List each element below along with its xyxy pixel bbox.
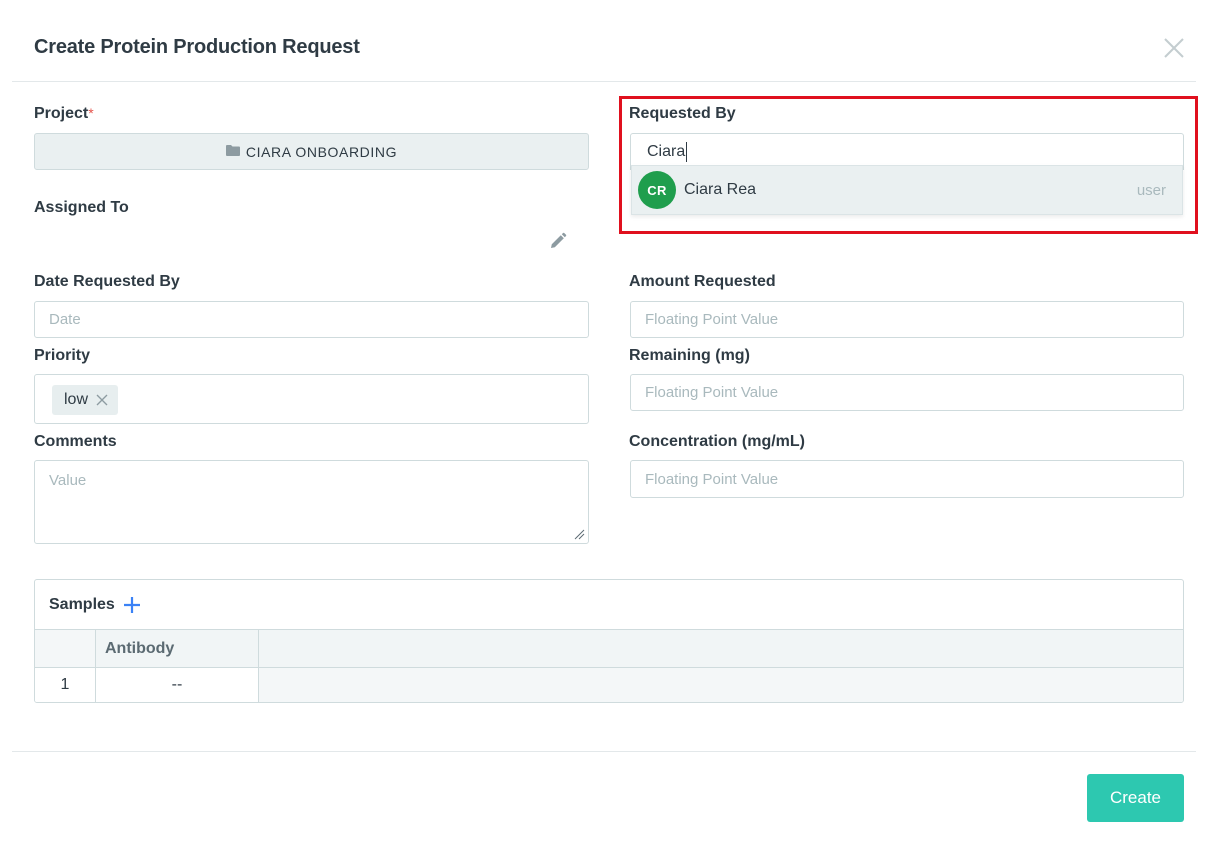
priority-tag: low [52,385,119,415]
add-sample-plus-icon[interactable] [123,596,141,614]
samples-panel: Samples Antibody 1 -- [34,579,1184,703]
highlight-box [619,96,1198,234]
concentration-input[interactable] [630,460,1184,498]
edit-pencil-icon[interactable] [549,232,567,250]
project-label: Project* [34,105,94,122]
amount-requested-label: Amount Requested [629,273,776,290]
close-icon[interactable] [1160,34,1188,62]
comments-label: Comments [34,433,117,450]
remove-tag-icon[interactable] [96,394,108,406]
date-input[interactable] [34,301,589,338]
table-row: 1 -- [35,668,1183,702]
footer-divider [12,751,1196,752]
row-empty-cell [259,668,1183,702]
header-divider [12,81,1196,82]
assigned-to-label: Assigned To [34,199,129,216]
samples-header: Samples [35,580,1183,630]
comments-textarea[interactable] [34,460,589,544]
header-cell-index [35,630,96,668]
priority-tag-label: low [64,391,89,408]
antibody-cell[interactable]: -- [96,668,259,702]
row-index: 1 [35,668,96,702]
priority-label: Priority [34,347,91,364]
create-button[interactable]: Create [1087,774,1184,822]
remaining-input[interactable] [630,374,1184,411]
samples-grid: Antibody 1 -- [35,630,1183,702]
header-cell-empty [259,630,1183,668]
priority-select[interactable]: low [34,374,589,424]
table-header-row: Antibody [35,630,1183,668]
resize-grip-icon[interactable] [574,529,585,540]
modal-title: Create Protein Production Request [34,36,360,58]
remaining-label: Remaining (mg) [629,347,750,364]
project-field[interactable]: CIARA ONBOARDING [34,133,589,170]
folder-icon [225,145,240,156]
project-value: CIARA ONBOARDING [245,143,398,160]
amount-requested-input[interactable] [630,301,1184,338]
concentration-label: Concentration (mg/mL) [629,433,805,450]
header-cell-antibody[interactable]: Antibody [96,630,259,668]
required-mark: * [88,105,94,121]
samples-title: Samples [49,595,115,613]
date-requested-by-label: Date Requested By [34,273,180,290]
